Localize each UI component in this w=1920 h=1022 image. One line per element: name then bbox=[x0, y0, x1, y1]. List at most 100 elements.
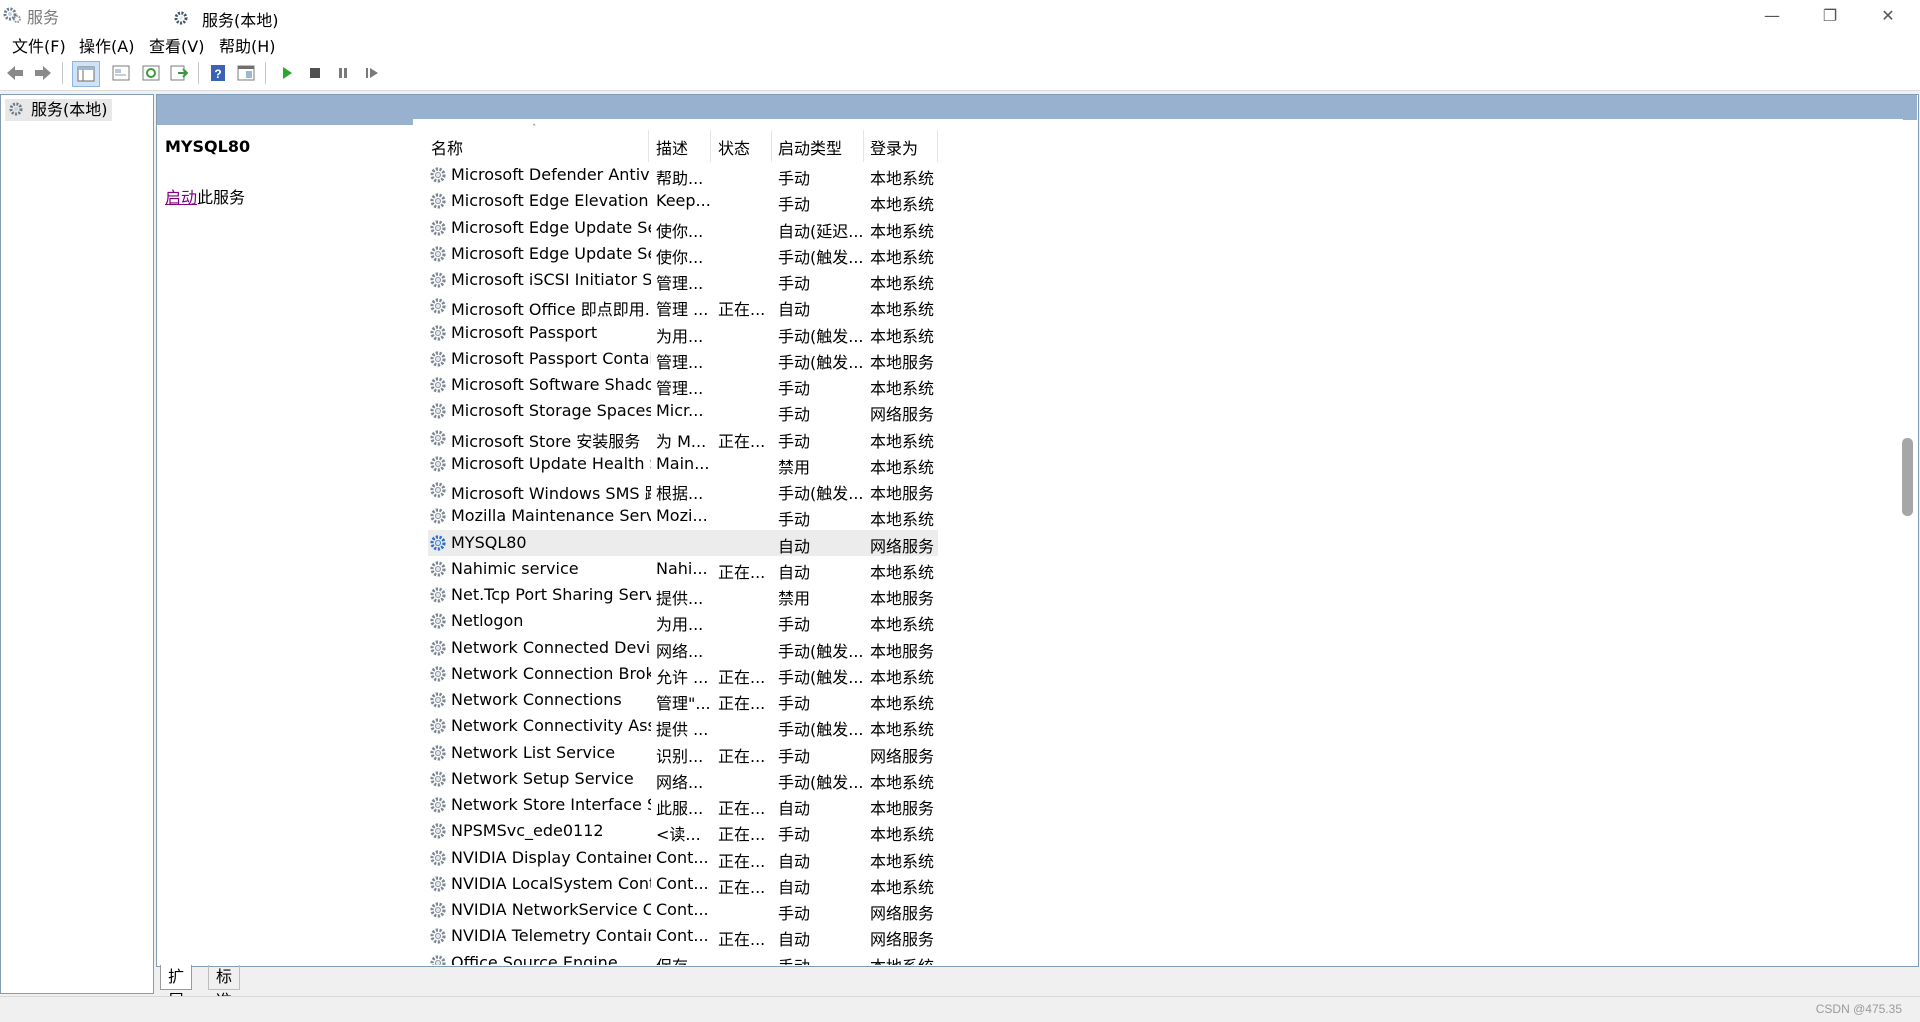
table-row[interactable]: NVIDIA Display Container LS Cont... 正在..… bbox=[428, 845, 938, 871]
table-row[interactable]: Network Connectivity Assis... 提供 ... 手动(… bbox=[428, 713, 938, 739]
table-row[interactable]: NVIDIA NetworkService C... Cont... 手动 网络… bbox=[428, 897, 938, 923]
service-gear-icon bbox=[428, 848, 448, 868]
table-row[interactable]: Mozilla Maintenance Service Mozi... 手动 本… bbox=[428, 503, 938, 529]
cell-startup-type: 手动 bbox=[778, 694, 811, 713]
services-rows: Microsoft Defender Antivir... 帮助... 手动 本… bbox=[428, 162, 938, 965]
column-header-startup-type[interactable]: 启动类型 bbox=[778, 135, 842, 159]
menu-action[interactable]: 操作(A) bbox=[79, 33, 134, 57]
resume-icon[interactable] bbox=[361, 63, 383, 83]
cell-log-on-as: 本地系统 bbox=[870, 694, 935, 713]
service-gear-icon bbox=[428, 454, 448, 474]
help-icon[interactable]: ? bbox=[207, 63, 229, 83]
table-row[interactable]: Office Source Engine 保存... 手动 本地系统 bbox=[428, 950, 938, 966]
table-row[interactable]: Microsoft Software Shado... 管理... 手动 本地系… bbox=[428, 372, 938, 398]
cell-log-on-as: 本地系统 bbox=[870, 169, 935, 188]
table-row[interactable]: NVIDIA Telemetry Container Cont... 正在...… bbox=[428, 923, 938, 949]
cell-log-on-as: 本地系统 bbox=[870, 247, 935, 267]
table-row[interactable]: Microsoft Passport 为用... 手动(触发... 本地系统 bbox=[428, 320, 938, 346]
column-divider[interactable] bbox=[937, 130, 938, 162]
service-gear-icon bbox=[428, 533, 448, 553]
title-bar: 服务 — ❐ ✕ bbox=[0, 0, 1920, 30]
menu-view[interactable]: 查看(V) bbox=[149, 33, 204, 57]
pause-icon[interactable] bbox=[332, 63, 354, 83]
table-row[interactable]: Network Connection Broker 允许 ... 正在... 手… bbox=[428, 661, 938, 687]
table-row[interactable]: MYSQL80 自动 网络服务 bbox=[428, 529, 938, 556]
table-row[interactable]: Network List Service 识别... 正在... 手动 网络服务 bbox=[428, 740, 938, 766]
cell-description: Micr... bbox=[656, 401, 704, 421]
table-row[interactable]: Microsoft Office 即点即用... 管理 ... 正在... 自动… bbox=[428, 293, 938, 319]
cell-startup-type: 手动 bbox=[778, 431, 811, 451]
column-divider[interactable] bbox=[771, 130, 772, 162]
cell-log-on-as: 本地系统 bbox=[870, 457, 935, 477]
cell-name: MYSQL80 bbox=[451, 532, 527, 552]
table-row[interactable]: Microsoft Passport Container 管理... 手动(触发… bbox=[428, 346, 938, 372]
minimize-button[interactable]: — bbox=[1743, 0, 1801, 30]
menu-help[interactable]: 帮助(H) bbox=[219, 33, 276, 57]
start-service-link[interactable]: 启动 bbox=[165, 188, 197, 207]
cell-status: 正在... bbox=[718, 799, 766, 818]
menu-file[interactable]: 文件(F) bbox=[12, 33, 66, 57]
table-row[interactable]: NPSMSvc_ede0112 <读... 正在... 手动 本地系统 bbox=[428, 818, 938, 844]
table-row[interactable]: Microsoft Edge Update Ser... 使你... 自动(延迟… bbox=[428, 215, 938, 241]
view-icon[interactable] bbox=[235, 63, 257, 83]
cell-name: Office Source Engine bbox=[451, 952, 618, 966]
column-header-name[interactable]: 名称 bbox=[431, 135, 463, 159]
cell-name: NPSMSvc_ede0112 bbox=[451, 821, 604, 841]
table-row[interactable]: Microsoft Windows SMS 路... 根据... 手动(触发..… bbox=[428, 477, 938, 503]
show-tree-icon[interactable] bbox=[72, 61, 100, 87]
table-row[interactable]: Microsoft Defender Antivir... 帮助... 手动 本… bbox=[428, 162, 938, 188]
column-divider[interactable] bbox=[648, 130, 649, 162]
table-row[interactable]: Microsoft Edge Update Ser... 使你... 手动(触发… bbox=[428, 241, 938, 267]
refresh-icon[interactable] bbox=[140, 63, 162, 83]
tree-item-label: 服务(本地) bbox=[31, 100, 108, 119]
forward-arrow-icon[interactable] bbox=[32, 63, 54, 83]
table-row[interactable]: NVIDIA LocalSystem Conta... Cont... 正在..… bbox=[428, 871, 938, 897]
toolbar-separator bbox=[62, 62, 63, 84]
export-list-icon[interactable] bbox=[168, 63, 190, 83]
table-row[interactable]: Network Connected Devic... 网络... 手动(触发..… bbox=[428, 635, 938, 661]
table-row[interactable]: Network Setup Service 网络... 手动(触发... 本地系… bbox=[428, 766, 938, 792]
column-divider[interactable] bbox=[863, 130, 864, 162]
service-gear-icon bbox=[428, 349, 448, 369]
cell-startup-type: 手动 bbox=[778, 274, 811, 293]
table-row[interactable]: Microsoft Edge Elevation S... Keep... 手动… bbox=[428, 188, 938, 214]
cell-log-on-as: 本地系统 bbox=[870, 300, 935, 320]
column-header-status[interactable]: 状态 bbox=[718, 135, 750, 159]
table-row[interactable]: Microsoft Storage Spaces S... Micr... 手动… bbox=[428, 398, 938, 424]
tab-standard[interactable]: 标准 bbox=[208, 965, 241, 1010]
vertical-scrollbar[interactable] bbox=[1898, 120, 1917, 965]
column-header-description[interactable]: 描述 bbox=[656, 135, 688, 159]
table-row[interactable]: Network Store Interface Se... 此服... 正在..… bbox=[428, 792, 938, 818]
table-row[interactable]: Net.Tcp Port Sharing Service 提供... 禁用 本地… bbox=[428, 582, 938, 608]
cell-status: 正在... bbox=[718, 930, 766, 950]
cell-log-on-as: 本地系统 bbox=[870, 772, 935, 792]
cell-description: 保存... bbox=[656, 953, 711, 966]
cell-description: 为 M... bbox=[656, 431, 707, 451]
service-gear-icon bbox=[428, 218, 448, 238]
column-divider[interactable] bbox=[710, 130, 711, 162]
table-row[interactable]: Netlogon 为用... 手动 本地系统 bbox=[428, 608, 938, 634]
table-row[interactable]: Nahimic service Nahi... 正在... 自动 本地系统 bbox=[428, 556, 938, 582]
cell-log-on-as: 网络服务 bbox=[870, 930, 935, 950]
tab-extended[interactable]: 扩展 bbox=[160, 965, 193, 1010]
scrollbar-thumb[interactable] bbox=[1902, 438, 1913, 516]
stop-icon[interactable] bbox=[304, 63, 326, 83]
table-row[interactable]: Microsoft Store 安装服务 为 M... 正在... 手动 本地系… bbox=[428, 425, 938, 451]
start-icon[interactable] bbox=[276, 63, 298, 83]
column-header-log-on-as[interactable]: 登录为 bbox=[870, 135, 918, 159]
cell-name: Microsoft Edge Elevation S... bbox=[451, 191, 651, 211]
table-row[interactable]: Network Connections 管理"... 正在... 手动 本地系统 bbox=[428, 687, 938, 713]
restore-button[interactable]: ❐ bbox=[1801, 0, 1859, 30]
close-button[interactable]: ✕ bbox=[1859, 0, 1917, 30]
service-gear-icon bbox=[428, 191, 448, 211]
table-row[interactable]: Microsoft iSCSI Initiator Ser... 管理... 手… bbox=[428, 267, 938, 293]
properties-icon[interactable] bbox=[110, 63, 132, 83]
cell-log-on-as: 本地系统 bbox=[870, 615, 935, 635]
cell-description: 使你... bbox=[656, 221, 704, 241]
table-row[interactable]: Microsoft Update Health S... Main... 禁用 … bbox=[428, 451, 938, 477]
cell-startup-type: 手动(触发... bbox=[778, 352, 864, 372]
cell-log-on-as: 本地系统 bbox=[870, 510, 935, 530]
back-arrow-icon[interactable] bbox=[4, 63, 26, 83]
service-gear-icon bbox=[428, 795, 448, 815]
cell-name: Network List Service bbox=[451, 742, 616, 762]
